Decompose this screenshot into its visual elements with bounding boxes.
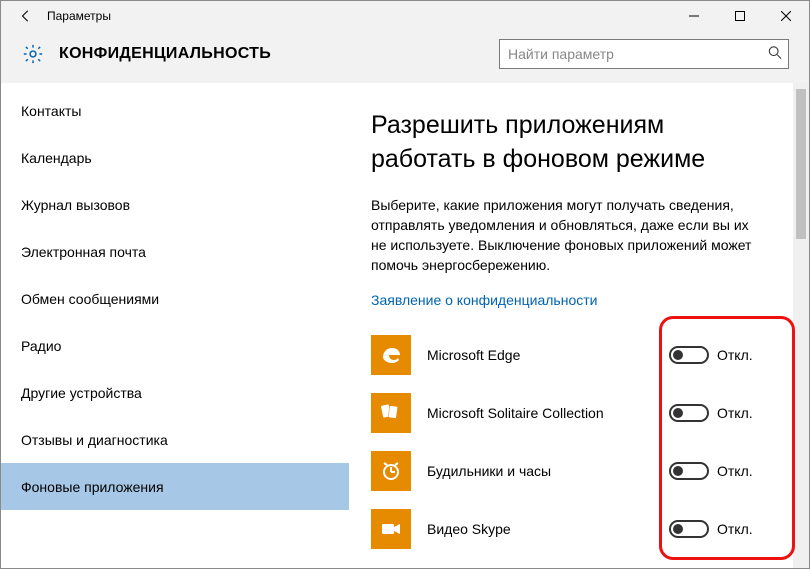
app-row-skype-video: Видео Skype Откл. [371,500,759,558]
sidebar-item-background-apps[interactable]: Фоновые приложения [1,463,349,510]
content-description: Выберите, какие приложения могут получат… [371,195,759,276]
privacy-statement-link[interactable]: Заявление о конфиденциальности [371,292,597,308]
header: КОНФИДЕНЦИАЛЬНОСТЬ [1,31,809,83]
app-name: Microsoft Solitaire Collection [427,405,669,421]
solitaire-icon [371,393,411,433]
maximize-button[interactable] [717,1,763,31]
toggle-label: Откл. [717,463,759,479]
app-toggle[interactable]: Откл. [669,404,759,422]
toggle-label: Откл. [717,347,759,363]
sidebar-item-label: Календарь [21,150,92,166]
content-heading: Разрешить приложениям работать в фоновом… [371,109,759,177]
content-wrap: Разрешить приложениям работать в фоновом… [349,83,809,568]
app-row-solitaire: Microsoft Solitaire Collection Откл. [371,384,759,442]
window-controls [671,1,809,31]
app-name: Будильники и часы [427,463,669,479]
titlebar: Параметры [1,1,809,31]
sidebar-item-label: Радио [21,338,61,354]
sidebar-item-contacts[interactable]: Контакты [1,87,349,134]
video-icon [371,509,411,549]
sidebar-item-messaging[interactable]: Обмен сообщениями [1,275,349,322]
sidebar-item-other-devices[interactable]: Другие устройства [1,369,349,416]
scrollbar[interactable] [793,83,809,568]
search-container [499,39,789,69]
settings-window: Параметры КОНФИДЕНЦИАЛЬНОСТЬ [0,0,810,569]
close-button[interactable] [763,1,809,31]
app-toggle[interactable]: Откл. [669,346,759,364]
app-list: Microsoft Edge Откл. Microsoft Solitaire… [371,326,759,558]
app-toggle[interactable]: Откл. [669,520,759,538]
edge-icon [371,335,411,375]
scrollbar-thumb[interactable] [796,89,806,239]
sidebar-item-call-history[interactable]: Журнал вызовов [1,181,349,228]
toggle-switch[interactable] [669,346,709,364]
app-toggle[interactable]: Откл. [669,462,759,480]
app-name: Microsoft Edge [427,347,669,363]
sidebar-item-label: Отзывы и диагностика [21,432,168,448]
gear-icon [21,42,45,66]
page-title: КОНФИДЕНЦИАЛЬНОСТЬ [59,45,271,63]
sidebar-item-label: Контакты [21,103,81,119]
content: Разрешить приложениям работать в фоновом… [349,83,793,568]
sidebar: Контакты Календарь Журнал вызовов Электр… [1,83,349,568]
sidebar-item-label: Другие устройства [21,385,142,401]
search-input[interactable] [500,40,788,68]
minimize-button[interactable] [671,1,717,31]
toggle-switch[interactable] [669,462,709,480]
app-name: Видео Skype [427,521,669,537]
back-button[interactable] [9,1,43,31]
app-row-alarms: Будильники и часы Откл. [371,442,759,500]
toggle-switch[interactable] [669,404,709,422]
sidebar-item-radio[interactable]: Радио [1,322,349,369]
sidebar-item-email[interactable]: Электронная почта [1,228,349,275]
sidebar-item-label: Журнал вызовов [21,197,130,213]
sidebar-item-label: Электронная почта [21,244,146,260]
sidebar-item-feedback[interactable]: Отзывы и диагностика [1,416,349,463]
sidebar-item-calendar[interactable]: Календарь [1,134,349,181]
toggle-label: Откл. [717,405,759,421]
toggle-switch[interactable] [669,520,709,538]
alarm-icon [371,451,411,491]
window-title: Параметры [43,9,111,23]
sidebar-item-label: Обмен сообщениями [21,291,159,307]
search-box[interactable] [499,39,789,69]
sidebar-item-label: Фоновые приложения [21,479,164,495]
toggle-label: Откл. [717,521,759,537]
app-row-edge: Microsoft Edge Откл. [371,326,759,384]
body: Контакты Календарь Журнал вызовов Электр… [1,83,809,568]
search-icon [768,46,782,63]
